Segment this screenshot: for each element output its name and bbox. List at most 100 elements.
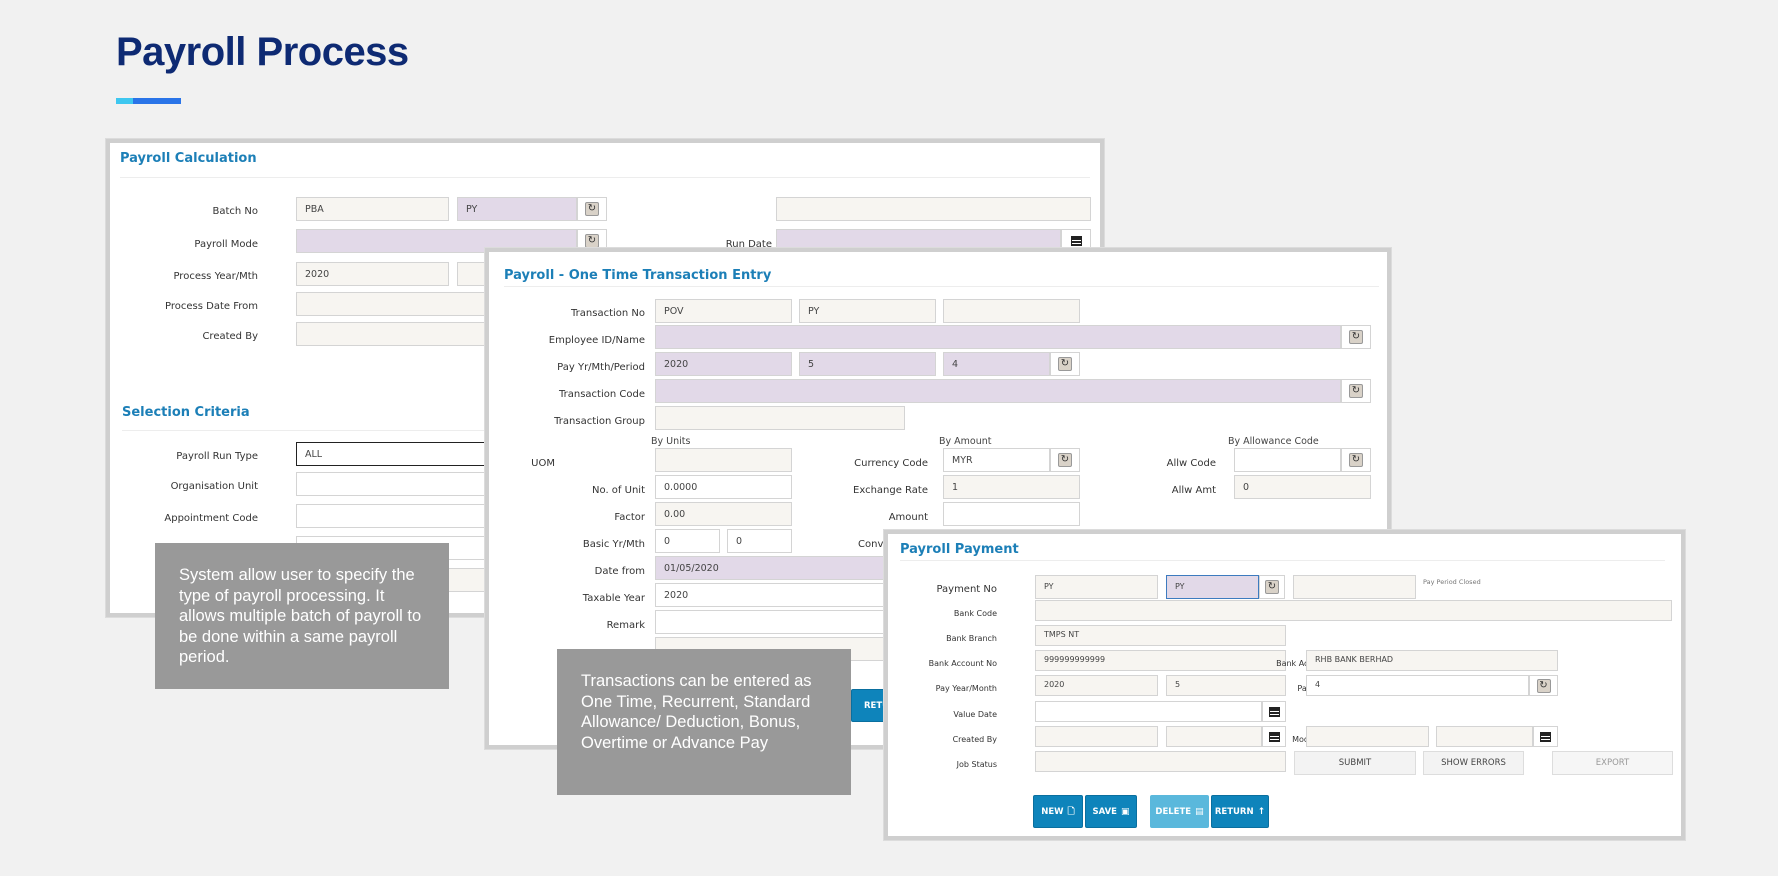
divider xyxy=(504,286,1379,287)
amount-label: Amount xyxy=(888,512,928,523)
taxable-year-field[interactable]: 2020 xyxy=(655,583,885,607)
employee-lookup-button[interactable]: ↻ xyxy=(1341,325,1371,349)
employee-label: Employee ID/Name xyxy=(548,335,645,346)
delete-button[interactable]: DELETE ▤ xyxy=(1150,795,1209,828)
pay-period-field[interactable]: 4 xyxy=(1306,675,1529,696)
batch-no-label: Batch No xyxy=(212,206,258,217)
created-date-calendar-button[interactable] xyxy=(1262,726,1286,747)
no-of-unit-field[interactable]: 0.0000 xyxy=(655,475,792,499)
payroll-payment-window: Payroll Payment Payment No PY PY ↻ Pay P… xyxy=(884,530,1685,840)
transaction-no-extra-field[interactable] xyxy=(943,299,1080,323)
pay-period-lookup-button[interactable]: ↻ xyxy=(1050,352,1080,376)
new-button[interactable]: NEW 🗋 xyxy=(1033,795,1083,828)
payroll-mode-label: Payroll Mode xyxy=(194,239,258,250)
process-date-from-label: Process Date From xyxy=(165,301,258,312)
date-from-field[interactable]: 01/05/2020 xyxy=(655,556,885,580)
payment-no-extra-field[interactable] xyxy=(1293,575,1416,599)
modified-date-calendar-button[interactable] xyxy=(1533,726,1558,747)
transaction-no-prefix-field[interactable]: POV xyxy=(655,299,792,323)
pay-year-month-label: Pay Year/Month xyxy=(935,684,997,693)
refresh-icon: ↻ xyxy=(585,202,599,216)
transaction-group-field[interactable] xyxy=(655,406,905,430)
basic-yr-mth-label: Basic Yr/Mth xyxy=(582,539,645,550)
currency-code-label: Currency Code xyxy=(854,458,928,469)
batch-no-prefix-field[interactable]: PBA xyxy=(296,197,449,221)
return-arrow-icon: ↑ xyxy=(1257,806,1266,817)
batch-lookup-button[interactable]: ↻ xyxy=(577,197,607,221)
calendar-icon xyxy=(1070,236,1082,246)
factor-field[interactable]: 0.00 xyxy=(655,502,792,526)
payment-no-lookup-button[interactable]: ↻ xyxy=(1259,575,1285,599)
refresh-icon: ↻ xyxy=(1349,330,1363,344)
delete-label: DELETE xyxy=(1155,806,1192,817)
divider xyxy=(120,177,1090,178)
pay-year-field[interactable]: 2020 xyxy=(655,352,792,376)
pay-month-field[interactable]: 5 xyxy=(799,352,936,376)
currency-lookup-button[interactable]: ↻ xyxy=(1050,448,1080,472)
refresh-icon: ↻ xyxy=(1536,678,1551,693)
modified-date-field[interactable] xyxy=(1436,726,1533,747)
created-date-field[interactable] xyxy=(1166,726,1262,747)
exchange-rate-label: Exchange Rate xyxy=(853,485,928,496)
payment-no-prefix-field[interactable]: PY xyxy=(1035,575,1158,599)
modified-by-field[interactable] xyxy=(1306,726,1429,747)
uom-field[interactable] xyxy=(655,448,792,472)
employee-field[interactable] xyxy=(655,325,1341,349)
bank-branch-field[interactable]: TMPS NT xyxy=(1035,625,1286,646)
transaction-code-lookup-button[interactable]: ↻ xyxy=(1341,379,1371,403)
by-units-heading: By Units xyxy=(651,436,691,447)
save-icon: ▣ xyxy=(1121,806,1130,817)
bank-account-no-field[interactable]: 999999999999 xyxy=(1035,650,1286,671)
delete-icon: ▤ xyxy=(1195,806,1204,817)
calendar-icon xyxy=(1268,706,1280,717)
factor-label: Factor xyxy=(614,512,645,523)
created-by-field[interactable] xyxy=(1035,726,1158,747)
save-label: SAVE xyxy=(1092,806,1117,817)
new-label: NEW xyxy=(1041,806,1064,817)
amount-field[interactable] xyxy=(943,502,1080,526)
allw-amt-field[interactable]: 0 xyxy=(1234,475,1371,499)
by-amount-heading: By Amount xyxy=(939,436,992,447)
appointment-code-label: Appointment Code xyxy=(164,513,258,524)
batch-no-code-field[interactable]: PY xyxy=(457,197,577,221)
value-date-calendar-button[interactable] xyxy=(1262,701,1286,722)
bank-code-label: Bank Code xyxy=(953,609,997,618)
batch-no-extra-field[interactable] xyxy=(776,197,1091,221)
submit-button[interactable]: SUBMIT xyxy=(1294,751,1416,775)
show-errors-button[interactable]: SHOW ERRORS xyxy=(1423,751,1524,775)
allw-code-field[interactable] xyxy=(1234,448,1341,472)
calendar-icon xyxy=(1540,731,1551,742)
basic-month-field[interactable]: 0 xyxy=(727,529,792,553)
save-button[interactable]: SAVE ▣ xyxy=(1085,795,1137,828)
export-button[interactable]: EXPORT xyxy=(1552,751,1673,775)
transaction-no-code-field[interactable]: PY xyxy=(799,299,936,323)
bank-acc-name-field[interactable]: RHB BANK BERHAD xyxy=(1306,650,1558,671)
refresh-icon: ↻ xyxy=(1058,357,1072,371)
payment-no-label: Payment No xyxy=(936,584,997,595)
allw-code-lookup-button[interactable]: ↻ xyxy=(1341,448,1371,472)
return-button[interactable]: RETURN ↑ xyxy=(1211,795,1269,828)
refresh-icon: ↻ xyxy=(585,234,599,248)
payment-no-code-field[interactable]: PY xyxy=(1166,575,1259,599)
pay-period-field[interactable]: 4 xyxy=(943,352,1050,376)
bank-code-field[interactable] xyxy=(1035,600,1672,621)
remark-field[interactable] xyxy=(655,610,885,634)
payroll-run-type-label: Payroll Run Type xyxy=(176,451,258,462)
pay-month-field[interactable]: 5 xyxy=(1166,675,1286,696)
pay-period-lookup-button[interactable]: ↻ xyxy=(1529,675,1558,696)
currency-code-field[interactable]: MYR xyxy=(943,448,1050,472)
job-status-field[interactable] xyxy=(1035,751,1286,772)
process-year-field[interactable]: 2020 xyxy=(296,262,449,286)
bank-account-no-label: Bank Account No xyxy=(928,659,997,668)
pay-year-field[interactable]: 2020 xyxy=(1035,675,1158,696)
divider xyxy=(900,560,1665,561)
window-title: Payroll Payment xyxy=(900,542,1019,557)
new-file-icon: 🗋 xyxy=(1067,806,1075,817)
exchange-rate-field[interactable]: 1 xyxy=(943,475,1080,499)
transaction-code-field[interactable] xyxy=(655,379,1341,403)
value-date-field[interactable] xyxy=(1035,701,1262,722)
refresh-icon: ↻ xyxy=(1265,580,1279,594)
title-underline xyxy=(116,98,181,104)
basic-year-field[interactable]: 0 xyxy=(655,529,720,553)
transaction-group-label: Transaction Group xyxy=(554,416,645,427)
